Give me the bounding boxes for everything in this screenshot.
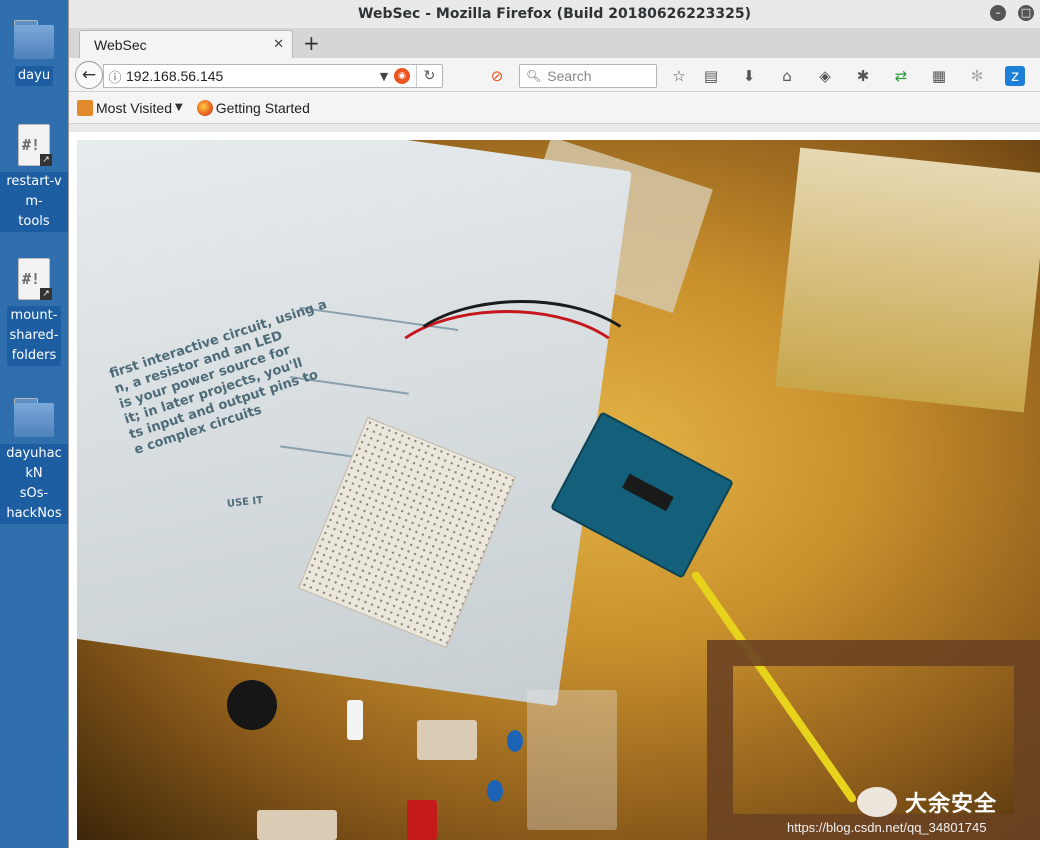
arduino-photo: first interactive circuit, using a n, a … [77, 140, 1040, 840]
desktop-icon-dayuhacknsos[interactable]: dayuhackN sOs- hackNos [0, 396, 68, 524]
chevron-down-icon: ▼ [175, 102, 183, 113]
black-wire [397, 300, 647, 430]
watermark-name: 大余安全 [905, 792, 998, 817]
url-bar[interactable]: ⓘ 192.168.56.145 ▼ ◉ ↻ [103, 64, 443, 88]
nav-toolbar: ← ⓘ 192.168.56.145 ▼ ◉ ↻ ⊘ 🔍︎ Search ☆ ▤… [69, 58, 1040, 92]
desktop-icon-restart-vm-tools[interactable]: #! ↗ restart-vm- tools [0, 124, 68, 232]
bookmark-getting-started[interactable]: Getting Started [196, 99, 310, 116]
bug-icon[interactable]: ✱ [853, 66, 873, 86]
firefox-window: WebSec - Mozilla Firefox (Build 20180626… [68, 0, 1040, 848]
desktop-icon-mount-shared-folders[interactable]: #! ↗ mount- shared- folders [0, 258, 68, 366]
tab-strip: WebSec ✕ + [69, 28, 1040, 58]
screenshot-icon[interactable]: ▦ [929, 66, 949, 86]
desktop-icon-label: dayuhackN sOs- hackNos [0, 444, 68, 524]
window-title: WebSec - Mozilla Firefox (Build 20180626… [358, 6, 751, 22]
switch-arrows-icon[interactable]: ⇄ [891, 66, 911, 86]
new-tab-button[interactable]: + [303, 33, 320, 53]
addon-icon[interactable]: ✻ [967, 66, 987, 86]
tab-title: WebSec [94, 36, 147, 53]
folder-icon [77, 99, 93, 116]
reload-icon[interactable]: ↻ [416, 65, 442, 87]
search-icon: 🔍︎ [526, 69, 542, 83]
block-icon[interactable]: ⊘ [487, 66, 507, 86]
kit-box [775, 147, 1040, 413]
search-placeholder: Search [547, 68, 592, 84]
desktop-icon-label: mount- shared- folders [6, 306, 62, 366]
watermark-url: https://blog.csdn.net/qq_34801745 [787, 820, 987, 835]
script-file-icon: #! ↗ [12, 124, 56, 168]
ubuntu-icon[interactable]: ◉ [394, 68, 410, 84]
search-box[interactable]: 🔍︎ Search [519, 64, 657, 88]
close-tab-icon[interactable]: ✕ [273, 37, 284, 52]
desktop-icon-dayu[interactable]: dayu [0, 18, 68, 86]
pocket-icon[interactable]: ◈ [815, 66, 835, 86]
maximize-button[interactable]: □ [1018, 5, 1034, 21]
bookmark-label: Getting Started [215, 99, 310, 116]
script-file-icon: #! ↗ [12, 258, 56, 302]
folder-icon [12, 396, 56, 440]
tab-websec[interactable]: WebSec ✕ [79, 30, 293, 58]
bookmarks-toolbar: Most Visited ▼ Getting Started [69, 92, 1040, 124]
page-content: first interactive circuit, using a n, a … [69, 132, 1040, 848]
firefox-icon [196, 99, 213, 116]
bookmark-most-visited[interactable]: Most Visited ▼ [77, 99, 183, 116]
loose-components [147, 660, 627, 840]
info-icon[interactable]: ⓘ [104, 67, 126, 86]
url-text[interactable]: 192.168.56.145 [126, 68, 376, 84]
minimize-button[interactable]: – [990, 5, 1006, 21]
extension-z-icon[interactable]: z [1005, 66, 1025, 86]
bookmark-label: Most Visited [96, 99, 172, 116]
chevron-down-icon[interactable]: ▼ [376, 70, 392, 83]
desktop-icon-label: dayu [14, 66, 54, 86]
reading-list-icon[interactable]: ▤ [701, 66, 721, 86]
wechat-icon [857, 787, 897, 817]
download-icon[interactable]: ⬇ [739, 66, 759, 86]
desktop-icon-label: restart-vm- tools [0, 172, 68, 232]
title-bar[interactable]: WebSec - Mozilla Firefox (Build 20180626… [69, 0, 1040, 28]
home-icon[interactable]: ⌂ [777, 66, 797, 86]
folder-icon [12, 18, 56, 62]
back-button[interactable]: ← [75, 61, 103, 89]
wechat-watermark: 大余安全 [857, 786, 997, 818]
bookmark-star-icon[interactable]: ☆ [669, 66, 689, 86]
